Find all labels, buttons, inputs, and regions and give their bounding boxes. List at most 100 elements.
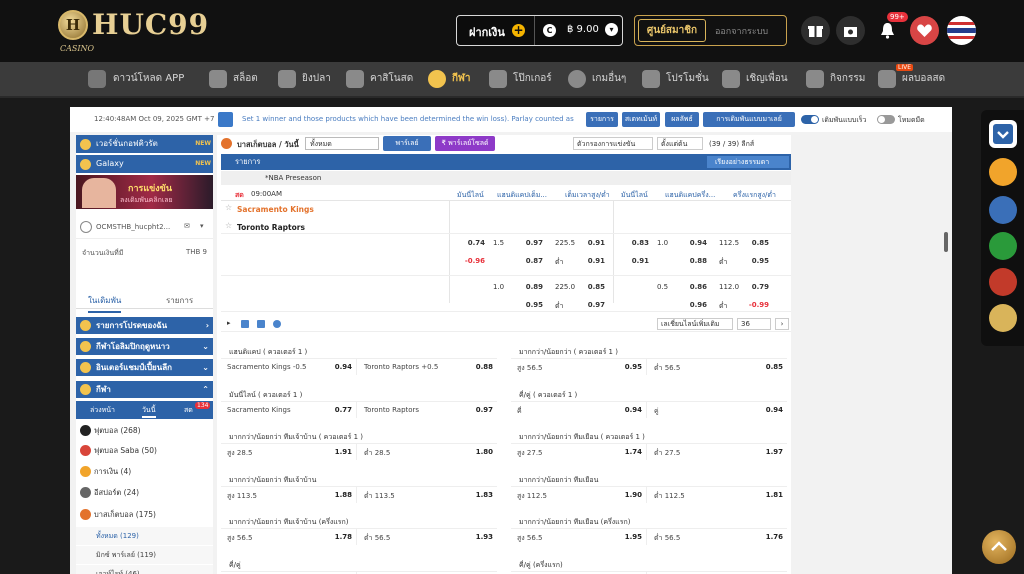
market-title[interactable]: คี่/คู่ ( ควอเตอร์ 1 ) — [519, 390, 577, 401]
market-option-right[interactable]: ต่ำ 113.5 1.83 — [358, 487, 497, 503]
nav-promotions[interactable]: โปรโมชั่น — [642, 62, 709, 96]
back-to-top-button[interactable] — [982, 530, 1016, 564]
basketball-mix-parlay[interactable]: มิกซ์ พาร์เลย์ (119) — [76, 546, 213, 564]
nav-slots[interactable]: สล็อต — [209, 62, 265, 96]
time-filter-select[interactable]: ตั้งแต่ต้น — [657, 137, 703, 150]
market-option-right[interactable]: Toronto Raptors +0.5 0.88 — [358, 359, 497, 375]
promo-galaxy[interactable]: Galaxy NEW — [76, 155, 213, 173]
favorite-star-icon[interactable]: ☆ — [225, 221, 232, 230]
section-winter-olympics[interactable]: กีฬาโอลิมปิกฤดูหนาว ⌄ — [76, 338, 213, 355]
list-icon[interactable] — [241, 320, 249, 328]
basketball-all[interactable]: ทั้งหมด (129) — [76, 527, 213, 545]
sport-item-basketball[interactable]: บาสเก็ตบอล (175) — [76, 505, 213, 525]
odds-value[interactable]: -0.96 — [457, 257, 485, 265]
results-button[interactable]: ผลลัพธ์ — [665, 112, 699, 127]
market-option-right[interactable]: ต่ำ 112.5 1.81 — [648, 487, 787, 503]
section-champions-league[interactable]: อินเตอร์แชมป์เปี้ยนลีก ⌄ — [76, 359, 213, 376]
more-count-select[interactable]: 36 — [737, 318, 771, 330]
odds-value[interactable]: 0.91 — [621, 257, 649, 265]
market-option-left[interactable]: สูง 113.5 1.88 — [221, 486, 357, 503]
play-icon[interactable]: ▸ — [227, 319, 231, 327]
odds-value[interactable]: 0.97 — [577, 301, 605, 309]
tab-today[interactable]: วันนี้ — [142, 405, 156, 418]
nav-activities[interactable]: กิจกรรม — [806, 62, 866, 96]
logout-button[interactable]: ออกจากระบบ — [715, 24, 768, 38]
quick-bet-toggle[interactable] — [801, 115, 819, 124]
parlay-odds-button[interactable]: ₹ พาร์เลย์โซลด์ — [435, 136, 495, 151]
dark-mode-toggle[interactable] — [877, 115, 895, 124]
market-option-right[interactable]: คู่ 0.94 — [648, 402, 787, 418]
more-bets-select[interactable]: เลเชี่ยนไลน์เพิ่มเติม — [657, 318, 733, 330]
odds-value[interactable]: 0.85 — [741, 239, 769, 247]
market-title[interactable]: มากกว่า/น้อยกว่า ทีมเจ้าบ้าน (ครึ่งแรก) — [229, 517, 349, 528]
nav-download-app[interactable]: ดาวน์โหลด APP — [88, 62, 188, 96]
heart-icon[interactable] — [910, 16, 939, 45]
tab-list[interactable]: รายการ — [166, 294, 193, 307]
market-title[interactable]: มากกว่า/น้อยกว่า ( ควอเตอร์ 1 ) — [519, 347, 618, 358]
market-option-right[interactable]: Toronto Raptors 0.97 — [358, 402, 497, 418]
market-title[interactable]: แฮนดิแคป ( ควอเตอร์ 1 ) — [229, 347, 307, 358]
market-option-left[interactable]: สูง 27.5 1.74 — [511, 444, 647, 460]
market-filter-select[interactable]: ทั้งหมด — [305, 137, 379, 150]
odds-value[interactable]: 0.83 — [621, 239, 649, 247]
market-option-right[interactable]: ต่ำ 56.5 1.76 — [648, 529, 787, 545]
odds-value[interactable]: 0.79 — [741, 283, 769, 291]
nav-other-games[interactable]: เกมอื่นๆ — [568, 62, 634, 96]
odds-value[interactable]: 0.88 — [679, 257, 707, 265]
market-title[interactable]: มากกว่า/น้อยกว่า ทีมเจ้าบ้าน ( ควอเตอร์ … — [229, 432, 363, 443]
basketball-outright[interactable]: เอาท์ไรท์ (46) — [76, 565, 213, 574]
chevron-right-icon[interactable]: › — [775, 318, 789, 330]
gift-icon[interactable] — [801, 16, 830, 45]
odds-value[interactable]: 0.74 — [457, 239, 485, 247]
odds-value[interactable]: 0.94 — [679, 239, 707, 247]
section-sports[interactable]: กีฬา ⌃ — [76, 381, 213, 398]
league-filter-select[interactable]: ตัวกรองการแข่งขัน — [573, 137, 653, 150]
telegram-icon[interactable] — [989, 196, 1017, 224]
market-option-right[interactable]: ต่ำ 56.5 0.85 — [648, 359, 787, 375]
odds-value[interactable]: -0.99 — [741, 301, 769, 309]
search-icon[interactable] — [218, 112, 233, 127]
nav-poker[interactable]: โป๊กเกอร์ — [489, 62, 559, 96]
info-icon[interactable] — [273, 320, 281, 328]
tab-live[interactable]: สด — [184, 405, 193, 416]
sport-item-football-saba[interactable]: ฟุตบอล Saba (50) — [76, 441, 213, 461]
promo-flower-icon[interactable] — [989, 232, 1017, 260]
brand-logo[interactable]: H HUC99 CASINO — [56, 6, 208, 54]
nav-invite-friends[interactable]: เชิญเพื่อน — [722, 62, 788, 96]
sort-select[interactable]: เรียงอย่างธรรมดา — [707, 156, 789, 168]
nav-live-scores[interactable]: ผลบอลสด — [878, 62, 950, 96]
chevron-down-icon[interactable]: ▾ — [200, 222, 204, 230]
market-title[interactable]: มันนี่ไลน์ ( ควอเตอร์ 1 ) — [229, 390, 302, 401]
tab-bets[interactable]: ในเดิมพัน — [88, 294, 122, 313]
market-title[interactable]: มากกว่า/น้อยกว่า ทีมเยือน (ครึ่งแรก) — [519, 517, 630, 528]
odds-value[interactable]: 0.97 — [515, 239, 543, 247]
odds-value[interactable]: 0.95 — [515, 301, 543, 309]
market-option-left[interactable]: Sacramento Kings -0.5 0.94 — [221, 359, 357, 375]
plus-icon[interactable]: + — [512, 24, 525, 37]
scrollbar-thumb[interactable] — [944, 232, 948, 252]
support-headset-icon[interactable] — [989, 158, 1017, 186]
thai-flag-icon[interactable] — [947, 16, 976, 45]
parlay-button[interactable]: พาร์เลย์ — [383, 136, 431, 151]
market-option-left[interactable]: สูง 28.5 1.91 — [221, 444, 357, 460]
market-option-right[interactable]: ต่ำ 27.5 1.97 — [648, 444, 787, 460]
market-option-left[interactable]: สูง 56.5 0.95 — [511, 359, 647, 375]
sport-item-football[interactable]: ฟุตบอล (268) — [76, 421, 213, 441]
market-option-left[interactable]: สูง 56.5 1.78 — [221, 529, 357, 545]
favorite-star-icon[interactable]: ☆ — [225, 203, 232, 212]
odds-value[interactable]: 0.85 — [577, 283, 605, 291]
market-title[interactable]: คี่/คู่ (ครึ่งแรก) — [519, 560, 563, 571]
stats-icon[interactable] — [257, 320, 265, 328]
market-title[interactable]: มากกว่า/น้อยกว่า ทีมเยือน — [519, 475, 598, 486]
market-title[interactable]: คี่/คู่ — [229, 560, 241, 571]
market-option-left[interactable]: สูง 56.5 1.95 — [511, 529, 647, 545]
market-option-left[interactable]: Sacramento Kings 0.77 — [221, 401, 357, 418]
nav-fishing[interactable]: ยิงปลา — [278, 62, 334, 96]
odds-value[interactable]: 0.95 — [741, 257, 769, 265]
nav-sports[interactable]: กีฬา — [428, 62, 478, 96]
chevron-down-icon[interactable]: ▾ — [605, 23, 618, 36]
sport-item-esports[interactable]: อีสปอร์ต (24) — [76, 483, 213, 503]
odds-value[interactable]: 0.91 — [577, 239, 605, 247]
rules-button[interactable]: รายการ — [586, 112, 618, 127]
odds-value[interactable]: 0.89 — [515, 283, 543, 291]
